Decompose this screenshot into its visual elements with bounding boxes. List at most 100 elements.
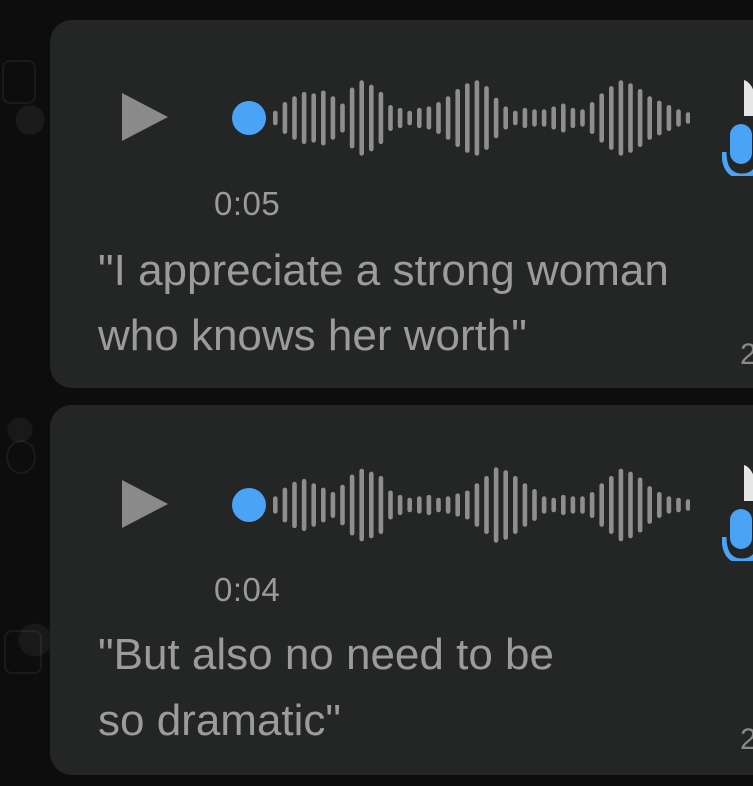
waveform-bar: [273, 496, 278, 514]
waveform-bar: [532, 489, 537, 521]
waveform-bar: [628, 83, 633, 153]
wallpaper-doodle: [4, 630, 42, 674]
waveform-bar: [407, 110, 412, 126]
waveform-bar: [599, 93, 604, 143]
waveform-bar: [311, 483, 316, 527]
waveform-bar: [503, 106, 508, 130]
waveform-bar: [321, 90, 326, 146]
transcript-line: "I appreciate a strong woman: [98, 246, 669, 295]
waveform-bar: [657, 100, 662, 136]
waveform-bar: [455, 493, 460, 517]
waveform-bar: [369, 84, 374, 152]
waveform-bar: [340, 484, 345, 526]
waveform-bar: [657, 491, 662, 519]
waveform-bar: [321, 487, 326, 523]
message-timestamp: 2: [740, 723, 753, 756]
waveform-bar: [561, 494, 566, 516]
waveform-bar: [551, 497, 556, 513]
waveform-bar: [426, 106, 432, 130]
waveform-bar: [589, 102, 595, 134]
waveform-bar: [532, 109, 537, 127]
waveform-bar: [628, 471, 633, 539]
waveform-bar: [292, 481, 297, 529]
waveform-bar: [580, 109, 585, 127]
chat-background: 0:05 "I appreciate a strong woman who kn…: [0, 0, 753, 786]
waveform-bar: [513, 476, 518, 534]
waveform-bar: [561, 103, 566, 133]
waveform-bar: [301, 91, 307, 145]
waveform-bar: [436, 102, 441, 134]
waveform-bar: [359, 468, 364, 542]
playback-scrubber[interactable]: [232, 101, 266, 135]
waveform-bar: [513, 110, 518, 126]
waveform-bar: [522, 107, 528, 129]
waveform-bar: [311, 93, 316, 143]
waveform-bar: [676, 109, 681, 127]
waveform-bar: [417, 496, 422, 514]
waveform-bar: [378, 91, 384, 145]
wallpaper-doodle: [6, 440, 36, 474]
waveform-bar: [330, 491, 336, 519]
waveform-bar: [282, 487, 288, 523]
waveform-bar: [522, 483, 528, 527]
waveform-bar: [397, 107, 403, 129]
waveform-bar: [484, 476, 489, 534]
waveform-bar: [359, 80, 364, 156]
waveform-bar: [273, 110, 278, 126]
voice-message-bubble[interactable]: 0:05 "I appreciate a strong woman who kn…: [50, 20, 753, 388]
waveform-bar: [465, 490, 470, 520]
waveform-bar: [666, 104, 672, 132]
waveform-bar: [474, 483, 480, 527]
waveform-bar: [292, 96, 297, 140]
audio-duration: 0:05: [214, 185, 281, 222]
waveform-bar: [407, 497, 412, 513]
waveform-bar: [551, 106, 556, 130]
transcript-line: so dramatic": [98, 696, 342, 745]
message-timestamp: 2: [740, 338, 753, 371]
microphone-icon: [722, 465, 753, 561]
audio-duration: 0:04: [214, 571, 281, 608]
waveform-bar: [599, 483, 604, 527]
waveform-bar: [455, 89, 460, 147]
waveform-bar: [436, 497, 441, 513]
waveform-bar: [417, 107, 422, 129]
waveform-bar: [589, 491, 595, 519]
waveform-bar: [465, 83, 470, 153]
waveform-bar: [676, 497, 681, 513]
waveform-bar: [445, 496, 451, 514]
waveform-bar: [349, 87, 355, 149]
waveform-bar: [388, 490, 393, 520]
waveform-bar: [378, 476, 384, 534]
waveform-bar: [541, 109, 547, 127]
waveform-bar: [397, 494, 403, 516]
waveform-bar: [685, 112, 690, 124]
waveform-bar: [609, 86, 614, 150]
waveform-bar: [580, 496, 585, 514]
waveform-bar: [637, 89, 643, 147]
waveform-bar: [618, 80, 624, 156]
transcript-line: "But also no need to be: [98, 630, 554, 679]
waveform-bar: [340, 103, 345, 133]
waveform-bar: [503, 470, 508, 540]
play-icon[interactable]: [122, 93, 168, 141]
waveform-bar: [474, 80, 480, 156]
audio-waveform[interactable]: [215, 465, 690, 545]
audio-waveform[interactable]: [215, 78, 690, 158]
waveform-bar: [647, 486, 652, 524]
waveform-bar: [618, 468, 624, 542]
voice-message-bubble[interactable]: 0:04 "But also no need to be so dramatic…: [50, 405, 753, 775]
waveform-bar: [493, 467, 499, 543]
waveform-bar: [301, 478, 307, 532]
waveform-bar: [609, 476, 614, 534]
waveform-bar: [445, 96, 451, 140]
waveform-bar: [330, 96, 336, 140]
playback-scrubber[interactable]: [232, 488, 266, 522]
waveform-bar: [282, 102, 288, 134]
waveform-bar: [541, 496, 547, 514]
wallpaper-doodle: [2, 60, 36, 104]
waveform-bar: [685, 499, 690, 511]
waveform-bar: [647, 96, 652, 140]
play-icon[interactable]: [122, 480, 168, 528]
waveform-bar: [426, 494, 432, 516]
waveform-bar: [493, 97, 499, 139]
